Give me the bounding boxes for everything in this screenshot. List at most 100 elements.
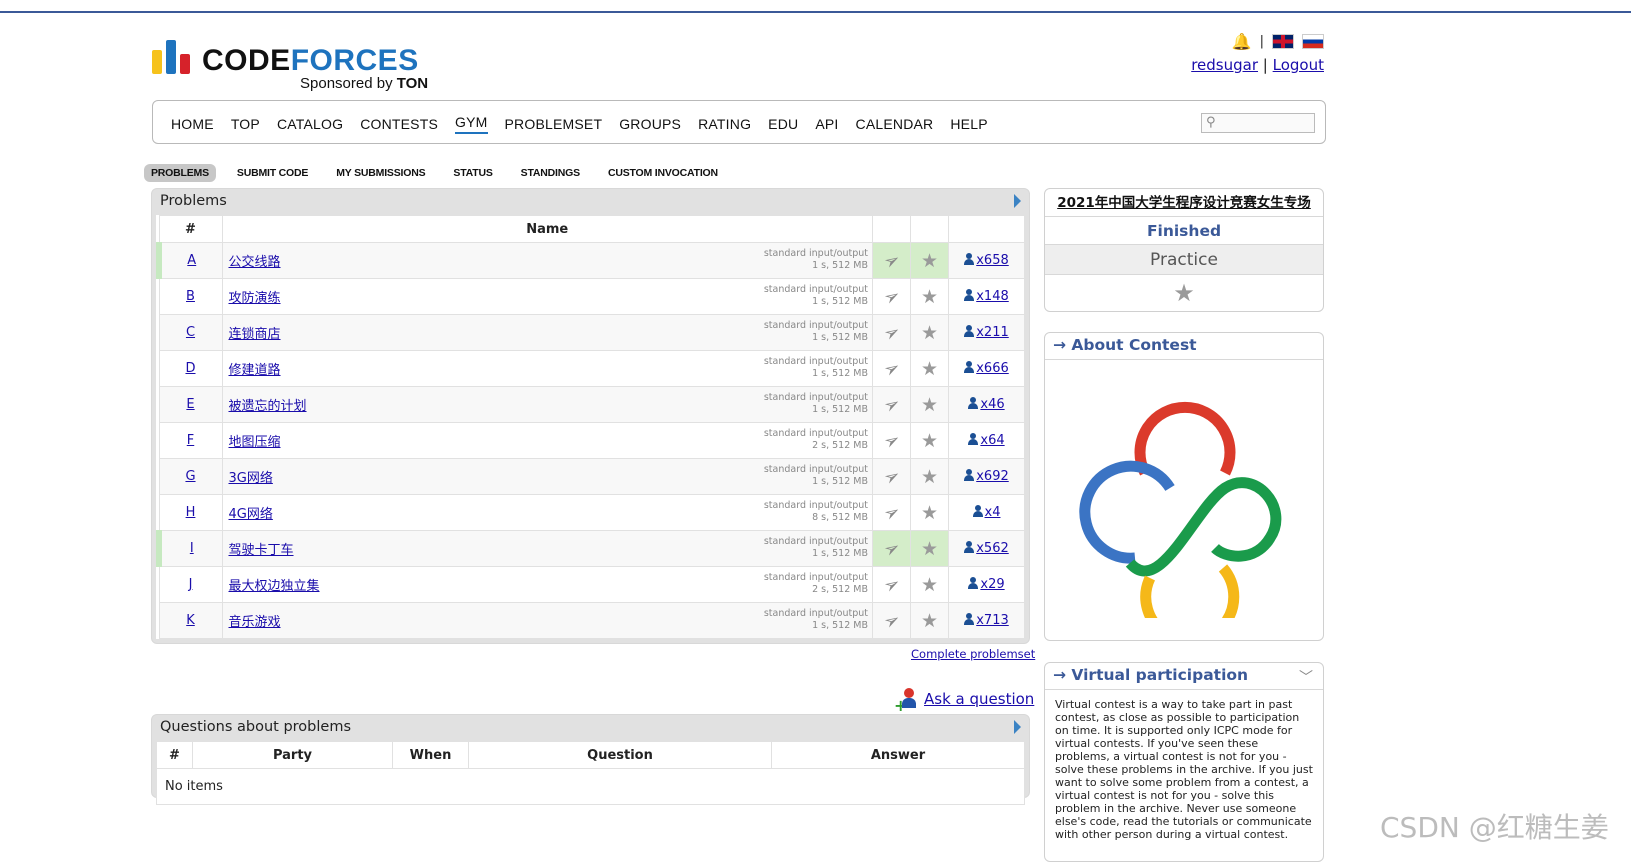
notification-bell-icon[interactable]: 🔔 [1232, 32, 1252, 51]
russian-flag-icon[interactable] [1302, 33, 1324, 49]
nav-edu[interactable]: EDU [768, 114, 798, 132]
problem-index-link[interactable]: K [186, 613, 195, 628]
solved-count-link[interactable]: x64 [968, 433, 1005, 448]
favourite-star-icon[interactable]: ★ [1045, 275, 1323, 311]
nav-problemset[interactable]: PROBLEMSET [505, 114, 603, 132]
problem-name-link[interactable]: 音乐游戏 [229, 615, 281, 630]
submit-paper-plane-icon[interactable]: ➢ [879, 607, 904, 634]
ask-question[interactable]: + Ask a question [894, 688, 1034, 715]
tab-my-submissions[interactable]: MY SUBMISSIONS [329, 164, 432, 182]
virtual-participation-title[interactable]: → Virtual participation [1045, 663, 1323, 690]
favourite-cell: ★ [910, 458, 949, 495]
submit-paper-plane-icon[interactable]: ➢ [879, 319, 904, 346]
problem-index-link[interactable]: C [186, 325, 195, 340]
star-icon[interactable]: ★ [921, 574, 938, 596]
problem-index-link[interactable]: H [186, 505, 196, 520]
logout-link[interactable]: Logout [1273, 56, 1324, 74]
submit-paper-plane-icon[interactable]: ➢ [879, 535, 904, 562]
nav-contests[interactable]: CONTESTS [360, 114, 438, 132]
problem-name-link[interactable]: 地图压缩 [229, 435, 281, 450]
tab-custom-invocation[interactable]: CUSTOM INVOCATION [601, 164, 725, 182]
star-icon[interactable]: ★ [921, 466, 938, 488]
about-contest-title[interactable]: → About Contest [1045, 333, 1323, 360]
complete-problemset-link[interactable]: Complete problemset [911, 647, 1035, 661]
nav-help[interactable]: HELP [950, 114, 987, 132]
nav-rating[interactable]: RATING [698, 114, 751, 132]
problem-name-link[interactable]: 4G网络 [229, 507, 273, 522]
play-arrow-icon[interactable] [1014, 720, 1021, 734]
user-icon [968, 577, 979, 589]
nav-top[interactable]: TOP [231, 114, 260, 132]
star-icon[interactable]: ★ [921, 286, 938, 308]
problem-index-link[interactable]: I [190, 541, 194, 556]
nav-api[interactable]: API [815, 114, 838, 132]
submit-paper-plane-icon[interactable]: ➢ [879, 391, 904, 418]
problem-index-link[interactable]: B [186, 289, 195, 304]
play-arrow-icon[interactable] [1014, 194, 1021, 208]
problem-name-link[interactable]: 3G网络 [229, 471, 273, 486]
solved-count-link[interactable]: x713 [964, 613, 1009, 628]
problem-index-link[interactable]: J [189, 577, 193, 592]
solved-count-link[interactable]: x211 [964, 325, 1009, 340]
ask-question-link[interactable]: Ask a question [924, 690, 1034, 708]
star-icon[interactable]: ★ [921, 430, 938, 452]
problem-index-link[interactable]: G [185, 469, 195, 484]
username-link[interactable]: redsugar [1191, 56, 1258, 74]
english-flag-icon[interactable] [1272, 33, 1294, 49]
solved-count-link[interactable]: x692 [964, 469, 1009, 484]
nav-catalog[interactable]: CATALOG [277, 114, 343, 132]
tab-status[interactable]: STATUS [446, 164, 499, 182]
problem-index-cell: F [158, 422, 223, 459]
problem-limits: standard input/output 1 s, 512 MB [764, 284, 868, 308]
problem-name-link[interactable]: 修建道路 [229, 363, 281, 378]
search-input[interactable]: ⚲ [1201, 113, 1315, 133]
nav-home[interactable]: HOME [171, 114, 214, 132]
tab-standings[interactable]: STANDINGS [514, 164, 587, 182]
star-icon[interactable]: ★ [921, 610, 938, 632]
submit-paper-plane-icon[interactable]: ➢ [879, 283, 904, 310]
star-icon[interactable]: ★ [921, 502, 938, 524]
tab-submit-code[interactable]: SUBMIT CODE [230, 164, 315, 182]
problem-index-link[interactable]: E [186, 397, 194, 412]
nav-groups[interactable]: GROUPS [619, 114, 681, 132]
star-icon[interactable]: ★ [921, 394, 938, 416]
table-row: D 修建道路 standard input/output 1 s, 512 MB ➢ ★ x… [158, 350, 1025, 387]
star-icon[interactable]: ★ [921, 250, 938, 272]
problem-name-link[interactable]: 最大权边独立集 [229, 579, 320, 594]
submit-paper-plane-icon[interactable]: ➢ [879, 247, 904, 274]
contest-name[interactable]: 2021年中国大学生程序设计竞赛女生专场 [1045, 189, 1323, 217]
nav-gym[interactable]: GYM [455, 112, 488, 134]
chevron-down-icon[interactable]: ﹀ [1299, 667, 1313, 687]
nav-calendar[interactable]: CALENDAR [856, 114, 934, 132]
solved-count-link[interactable]: x46 [968, 397, 1005, 412]
problem-name-link[interactable]: 连锁商店 [229, 327, 281, 342]
problem-name-link[interactable]: 攻防演练 [229, 291, 281, 306]
main-menu: HOME TOP CATALOG CONTESTS GYM PROBLEMSET… [152, 100, 1326, 144]
problem-index-link[interactable]: F [187, 433, 194, 448]
submit-paper-plane-icon[interactable]: ➢ [879, 355, 904, 382]
virtual-participation-box: → Virtual participation ﹀ Virtual contes… [1044, 662, 1324, 862]
solved-count-link[interactable]: x666 [964, 361, 1009, 376]
solved-count-link[interactable]: x29 [968, 577, 1005, 592]
submit-paper-plane-icon[interactable]: ➢ [879, 571, 904, 598]
submit-paper-plane-icon[interactable]: ➢ [879, 463, 904, 490]
star-icon[interactable]: ★ [921, 538, 938, 560]
problem-limits: standard input/output 1 s, 512 MB [764, 320, 868, 344]
solved-count-cell: x562 [948, 530, 1025, 567]
problem-index-cell: C [158, 314, 223, 351]
problem-name-link[interactable]: 公交线路 [229, 255, 281, 270]
problem-name-link[interactable]: 被遗忘的计划 [229, 399, 307, 414]
solved-count-link[interactable]: x562 [964, 541, 1009, 556]
problem-name-link[interactable]: 驾驶卡丁车 [229, 543, 294, 558]
problem-index-link[interactable]: D [185, 361, 195, 376]
star-icon[interactable]: ★ [921, 322, 938, 344]
problem-index-link[interactable]: A [187, 253, 196, 268]
submit-paper-plane-icon[interactable]: ➢ [879, 499, 904, 526]
solved-count-link[interactable]: x658 [964, 253, 1009, 268]
tab-problems[interactable]: PROBLEMS [144, 164, 216, 182]
solved-count-link[interactable]: x4 [972, 505, 1000, 520]
star-icon[interactable]: ★ [921, 358, 938, 380]
codeforces-logo[interactable]: CODEFORCES Sponsored by TON [150, 40, 440, 92]
submit-paper-plane-icon[interactable]: ➢ [879, 427, 904, 454]
solved-count-link[interactable]: x148 [964, 289, 1009, 304]
